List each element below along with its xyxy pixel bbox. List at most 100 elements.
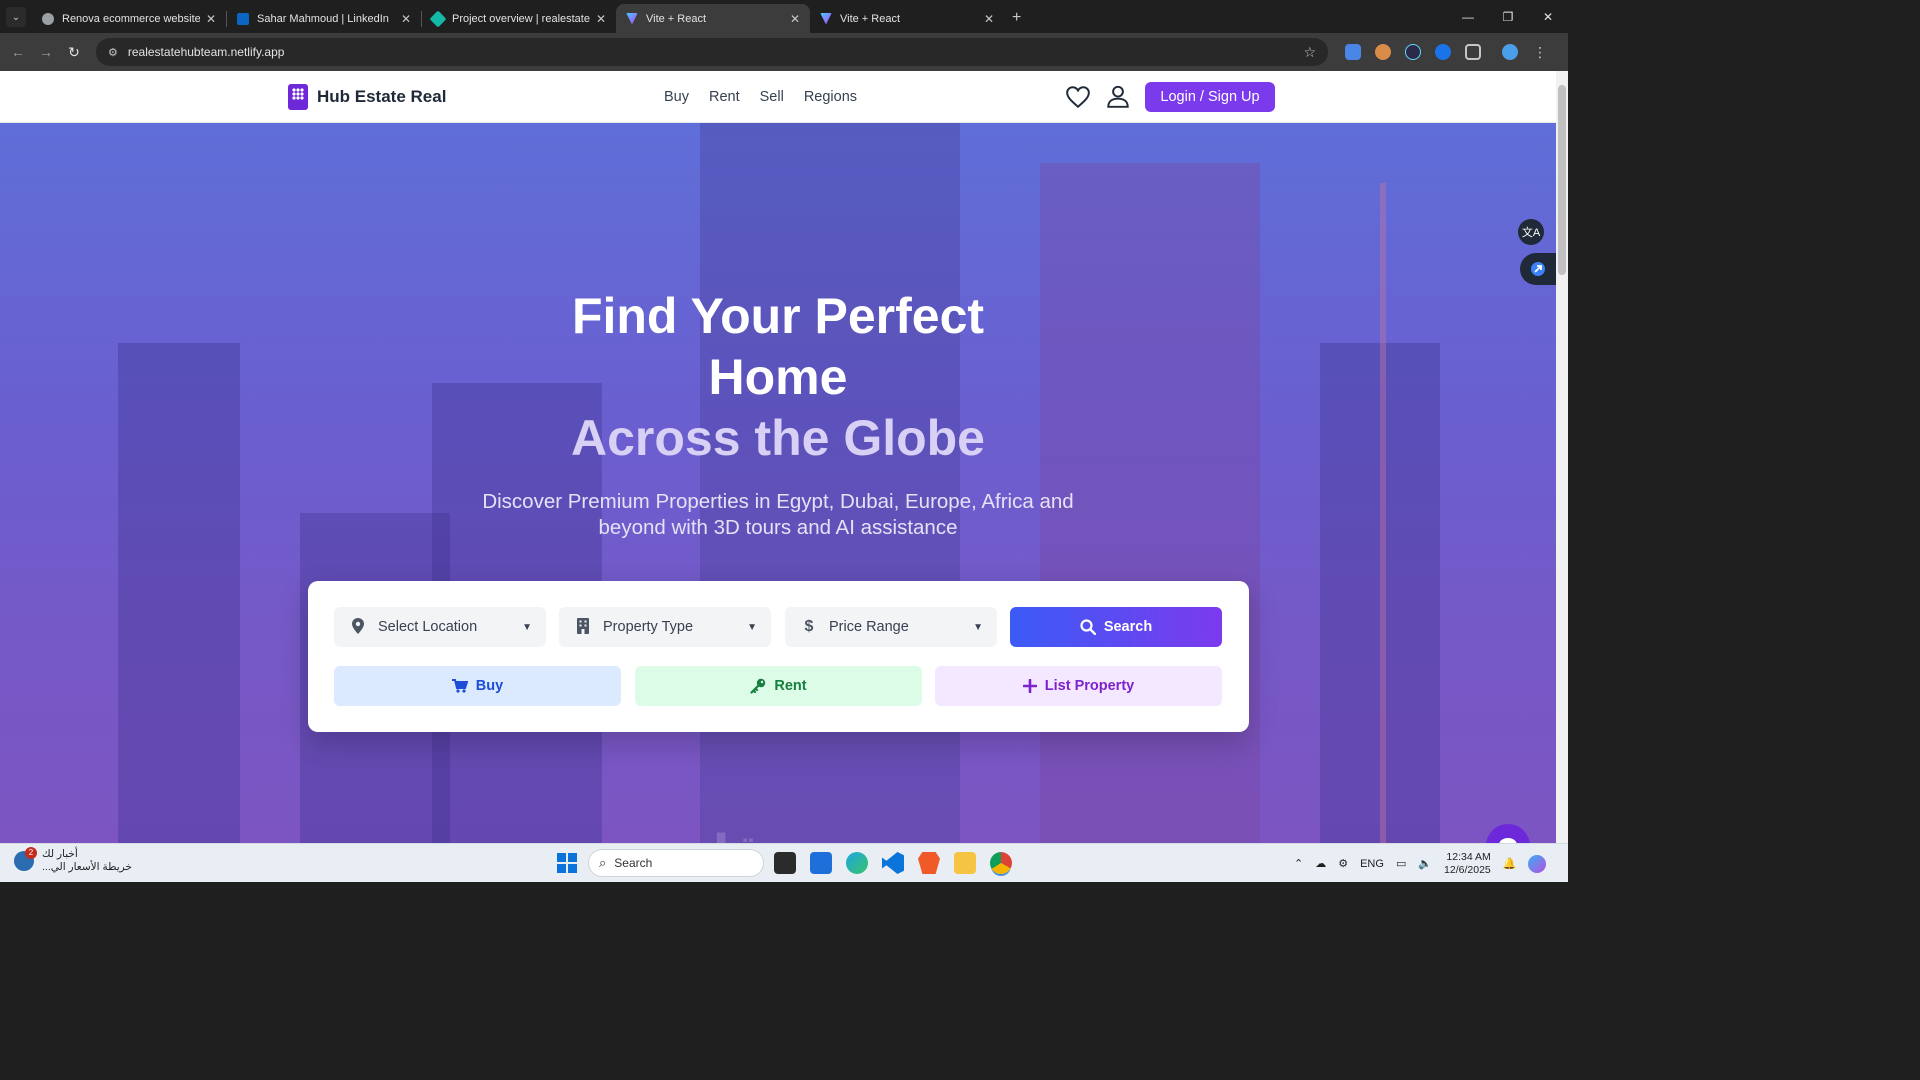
search-button-label: Search	[1103, 619, 1153, 635]
store-app-icon[interactable]	[810, 852, 832, 874]
news-title: أخبار لك	[42, 848, 78, 860]
extensions-area: ⋮	[1338, 44, 1555, 60]
buy-action-button[interactable]: Buy	[334, 666, 621, 706]
forward-arrow-icon[interactable]: →	[32, 44, 60, 60]
browser-tab[interactable]: Sahar Mahmoud | LinkedIn ✕	[227, 4, 421, 33]
more-menu-icon[interactable]: ⋮	[1532, 44, 1548, 60]
plus-icon	[1022, 679, 1037, 693]
location-select[interactable]: Select Location ▼	[334, 607, 546, 647]
clock-date: 12/6/2025	[1444, 863, 1491, 876]
price-range-select[interactable]: $ Price Range ▼	[785, 607, 997, 647]
brand-name: Hub Estate Real	[317, 87, 447, 106]
folder-icon[interactable]	[954, 852, 976, 874]
browser-tab-active[interactable]: Vite + React ✕	[616, 4, 810, 33]
key-icon	[750, 678, 766, 694]
extension-side-widget-icon[interactable]	[1520, 253, 1556, 285]
close-tab-icon[interactable]: ✕	[596, 12, 606, 26]
hero-heading-accent-line: Across the Globe	[571, 410, 985, 466]
browser-tab[interactable]: Renova ecommerce website ✕	[32, 4, 226, 33]
address-bar[interactable]: ⚙ realestatehubteam.netlify.app ☆	[96, 38, 1328, 66]
search-icon: ⌕	[599, 855, 607, 870]
linkedin-favicon-icon	[237, 12, 249, 25]
search-button[interactable]: Search	[1010, 607, 1222, 647]
close-tab-icon[interactable]: ✕	[984, 12, 994, 26]
user-account-icon[interactable]	[1105, 83, 1131, 109]
web-page: Hub Estate Real Buy Rent Sell Regions Lo…	[0, 71, 1556, 843]
close-tab-icon[interactable]: ✕	[206, 12, 216, 26]
translate-widget-icon[interactable]: 文A	[1518, 219, 1544, 245]
windows-start-icon[interactable]	[557, 853, 577, 873]
chevron-up-icon[interactable]: ⌃	[1294, 857, 1303, 870]
property-search-card: Select Location ▼ Property Type ▼ $ Pric…	[308, 581, 1249, 732]
hero-subtitle: Discover Premium Properties in Egypt, Du…	[482, 490, 1074, 539]
nav-buy[interactable]: Buy	[664, 89, 689, 105]
new-tab-icon[interactable]: +	[1012, 9, 1021, 27]
search-icon	[1080, 619, 1096, 635]
tab-search-chevron-icon[interactable]: ⌄	[6, 7, 26, 27]
page-scrollbar[interactable]	[1556, 71, 1568, 843]
login-signup-button[interactable]: Login / Sign Up	[1145, 82, 1275, 112]
puzzle-extensions-icon[interactable]	[1465, 44, 1481, 60]
list-property-button[interactable]: List Property	[935, 666, 1222, 706]
language-indicator[interactable]: ENG	[1360, 858, 1384, 870]
chevron-down-icon: ▼	[747, 621, 757, 633]
news-widget[interactable]: 2 أخبار لك خريطة الأسعار الي...	[14, 847, 132, 874]
restore-icon[interactable]: ❐	[1488, 0, 1528, 33]
nav-regions[interactable]: Regions	[804, 89, 857, 105]
favorites-heart-icon[interactable]	[1065, 85, 1091, 109]
clock[interactable]: 12:34 AM 12/6/2025	[1444, 851, 1491, 877]
file-manager-app-icon[interactable]	[774, 852, 796, 874]
close-tab-icon[interactable]: ✕	[790, 12, 800, 26]
news-subtitle: خريطة الأسعار الي...	[42, 861, 132, 873]
volume-icon[interactable]: 🔈	[1418, 857, 1432, 870]
cloud-sync-icon[interactable]: ☁	[1315, 857, 1326, 870]
react-devtools-icon[interactable]	[1405, 44, 1421, 60]
site-info-icon[interactable]: ⚙	[108, 46, 118, 59]
rent-action-button[interactable]: Rent	[635, 666, 922, 706]
extension-icon[interactable]	[1435, 44, 1451, 60]
building-icon	[573, 617, 593, 637]
news-widget-text: أخبار لك خريطة الأسعار الي...	[42, 848, 132, 874]
tab-title: Project overview | realestatehub	[452, 12, 590, 25]
chat-assistant-button[interactable]	[1486, 824, 1530, 843]
hero-heading-line: Home	[708, 349, 848, 405]
tab-title: Vite + React	[646, 12, 707, 25]
copilot-icon[interactable]	[1528, 854, 1547, 873]
vite-favicon-icon	[626, 12, 638, 25]
close-tab-icon[interactable]: ✕	[401, 12, 411, 26]
buy-action-label: Buy	[475, 678, 504, 694]
browser-tab[interactable]: Project overview | realestatehub ✕	[422, 4, 616, 33]
browser-tab[interactable]: Vite + React ✕	[810, 4, 1004, 33]
network-icon[interactable]: ▭	[1396, 857, 1406, 870]
nav-sell[interactable]: Sell	[760, 89, 784, 105]
extension-icon[interactable]	[1375, 44, 1391, 60]
system-tray: ⌃ ☁ ⚙ ENG ▭ 🔈 12:34 AM 12/6/2025 🔔	[1294, 844, 1547, 883]
translate-extension-icon[interactable]	[1345, 44, 1361, 60]
skyline-building	[1380, 183, 1386, 843]
nav-rent[interactable]: Rent	[709, 89, 740, 105]
taskbar-search-box[interactable]: ⌕ Search	[588, 849, 764, 877]
profile-avatar-icon[interactable]	[1502, 44, 1518, 60]
reload-icon[interactable]: ↻	[60, 44, 88, 61]
scrollbar-thumb[interactable]	[1558, 85, 1566, 275]
close-window-icon[interactable]: ✕	[1528, 0, 1568, 33]
browser-toolbar: ← → ↻ ⚙ realestatehubteam.netlify.app ☆ …	[0, 33, 1568, 71]
tab-title: Vite + React	[840, 12, 901, 25]
vscode-icon[interactable]	[882, 852, 904, 874]
window-controls: — ❐ ✕	[1448, 0, 1568, 33]
taskbar-apps	[774, 852, 1012, 874]
tab-favicon	[429, 10, 447, 27]
notification-bell-icon[interactable]: 🔔	[1503, 857, 1517, 870]
minimize-icon[interactable]: —	[1448, 0, 1488, 33]
brave-browser-icon[interactable]	[918, 852, 940, 874]
site-logo[interactable]: Hub Estate Real	[288, 84, 446, 110]
back-arrow-icon[interactable]: ←	[4, 44, 32, 60]
tab-title: Renova ecommerce website	[62, 12, 200, 25]
rent-action-label: Rent	[774, 678, 807, 694]
tab-title: Sahar Mahmoud | LinkedIn	[257, 12, 389, 25]
chrome-browser-icon[interactable]	[990, 852, 1012, 874]
edge-browser-icon[interactable]	[846, 852, 868, 874]
property-type-select[interactable]: Property Type ▼	[559, 607, 771, 647]
settings-gear-icon[interactable]: ⚙	[1338, 857, 1348, 870]
bookmark-star-icon[interactable]: ☆	[1303, 44, 1316, 61]
